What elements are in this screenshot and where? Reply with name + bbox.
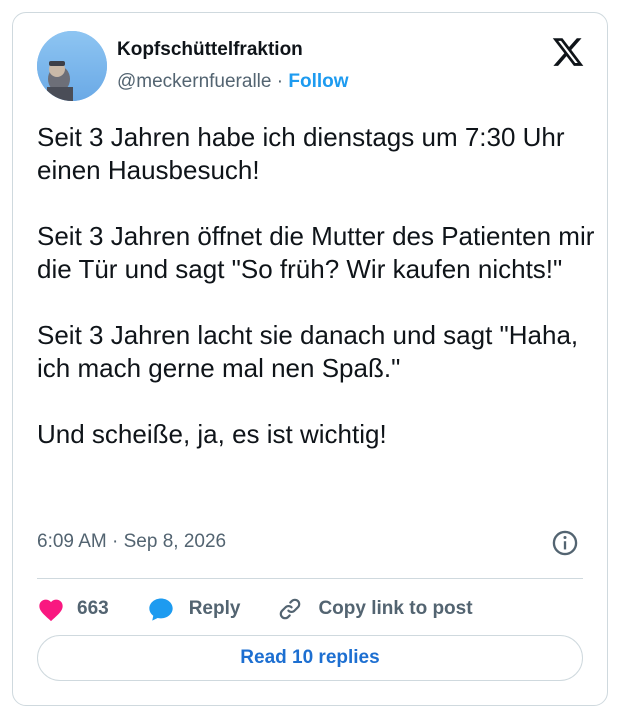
heart-icon xyxy=(39,599,63,622)
tweet-paragraph: Und scheiße, ja, es ist wichtig! xyxy=(37,419,387,449)
author-handle[interactable]: @meckernfueralle xyxy=(117,71,271,92)
copy-link-label: Copy link to post xyxy=(318,598,473,619)
action-bar: 663 Reply Copy link to post xyxy=(37,589,473,629)
tweet-timestamp[interactable]: 6:09 AM · Sep 8, 2026 xyxy=(37,531,226,553)
tweet-text: Seit 3 Jahren habe ich dienstags um 7:30… xyxy=(37,121,597,451)
author-handle-row: @meckernfueralle · Follow xyxy=(117,71,349,93)
divider xyxy=(37,578,583,579)
like-count: 663 xyxy=(77,598,109,619)
tweet-date: Sep 8, 2026 xyxy=(123,531,227,552)
author-display-name[interactable]: Kopfschüttelfraktion xyxy=(117,39,303,61)
tweet-paragraph: Seit 3 Jahren öffnet die Mutter des Pati… xyxy=(37,221,595,284)
avatar-image xyxy=(37,31,107,101)
reply-button[interactable]: Reply xyxy=(147,596,241,622)
copy-link-button[interactable]: Copy link to post xyxy=(276,596,473,622)
handle-separator: · xyxy=(276,71,284,92)
link-icon xyxy=(280,598,301,620)
info-icon[interactable] xyxy=(551,529,579,557)
reply-bubble-icon xyxy=(149,598,173,621)
tweet-card: Kopfschüttelfraktion @meckernfueralle · … xyxy=(12,12,608,706)
tweet-paragraph: Seit 3 Jahren habe ich dienstags um 7:30… xyxy=(37,122,565,185)
tweet-time: 6:09 AM xyxy=(37,531,107,552)
like-button[interactable]: 663 xyxy=(37,596,109,622)
avatar[interactable] xyxy=(37,31,107,101)
timestamp-separator: · xyxy=(112,531,119,552)
follow-button[interactable]: Follow xyxy=(288,71,348,92)
read-replies-button[interactable]: Read 10 replies xyxy=(37,635,583,681)
x-logo-icon[interactable] xyxy=(551,35,585,69)
tweet-paragraph: Seit 3 Jahren lacht sie danach und sagt … xyxy=(37,320,579,383)
reply-label: Reply xyxy=(188,598,241,619)
